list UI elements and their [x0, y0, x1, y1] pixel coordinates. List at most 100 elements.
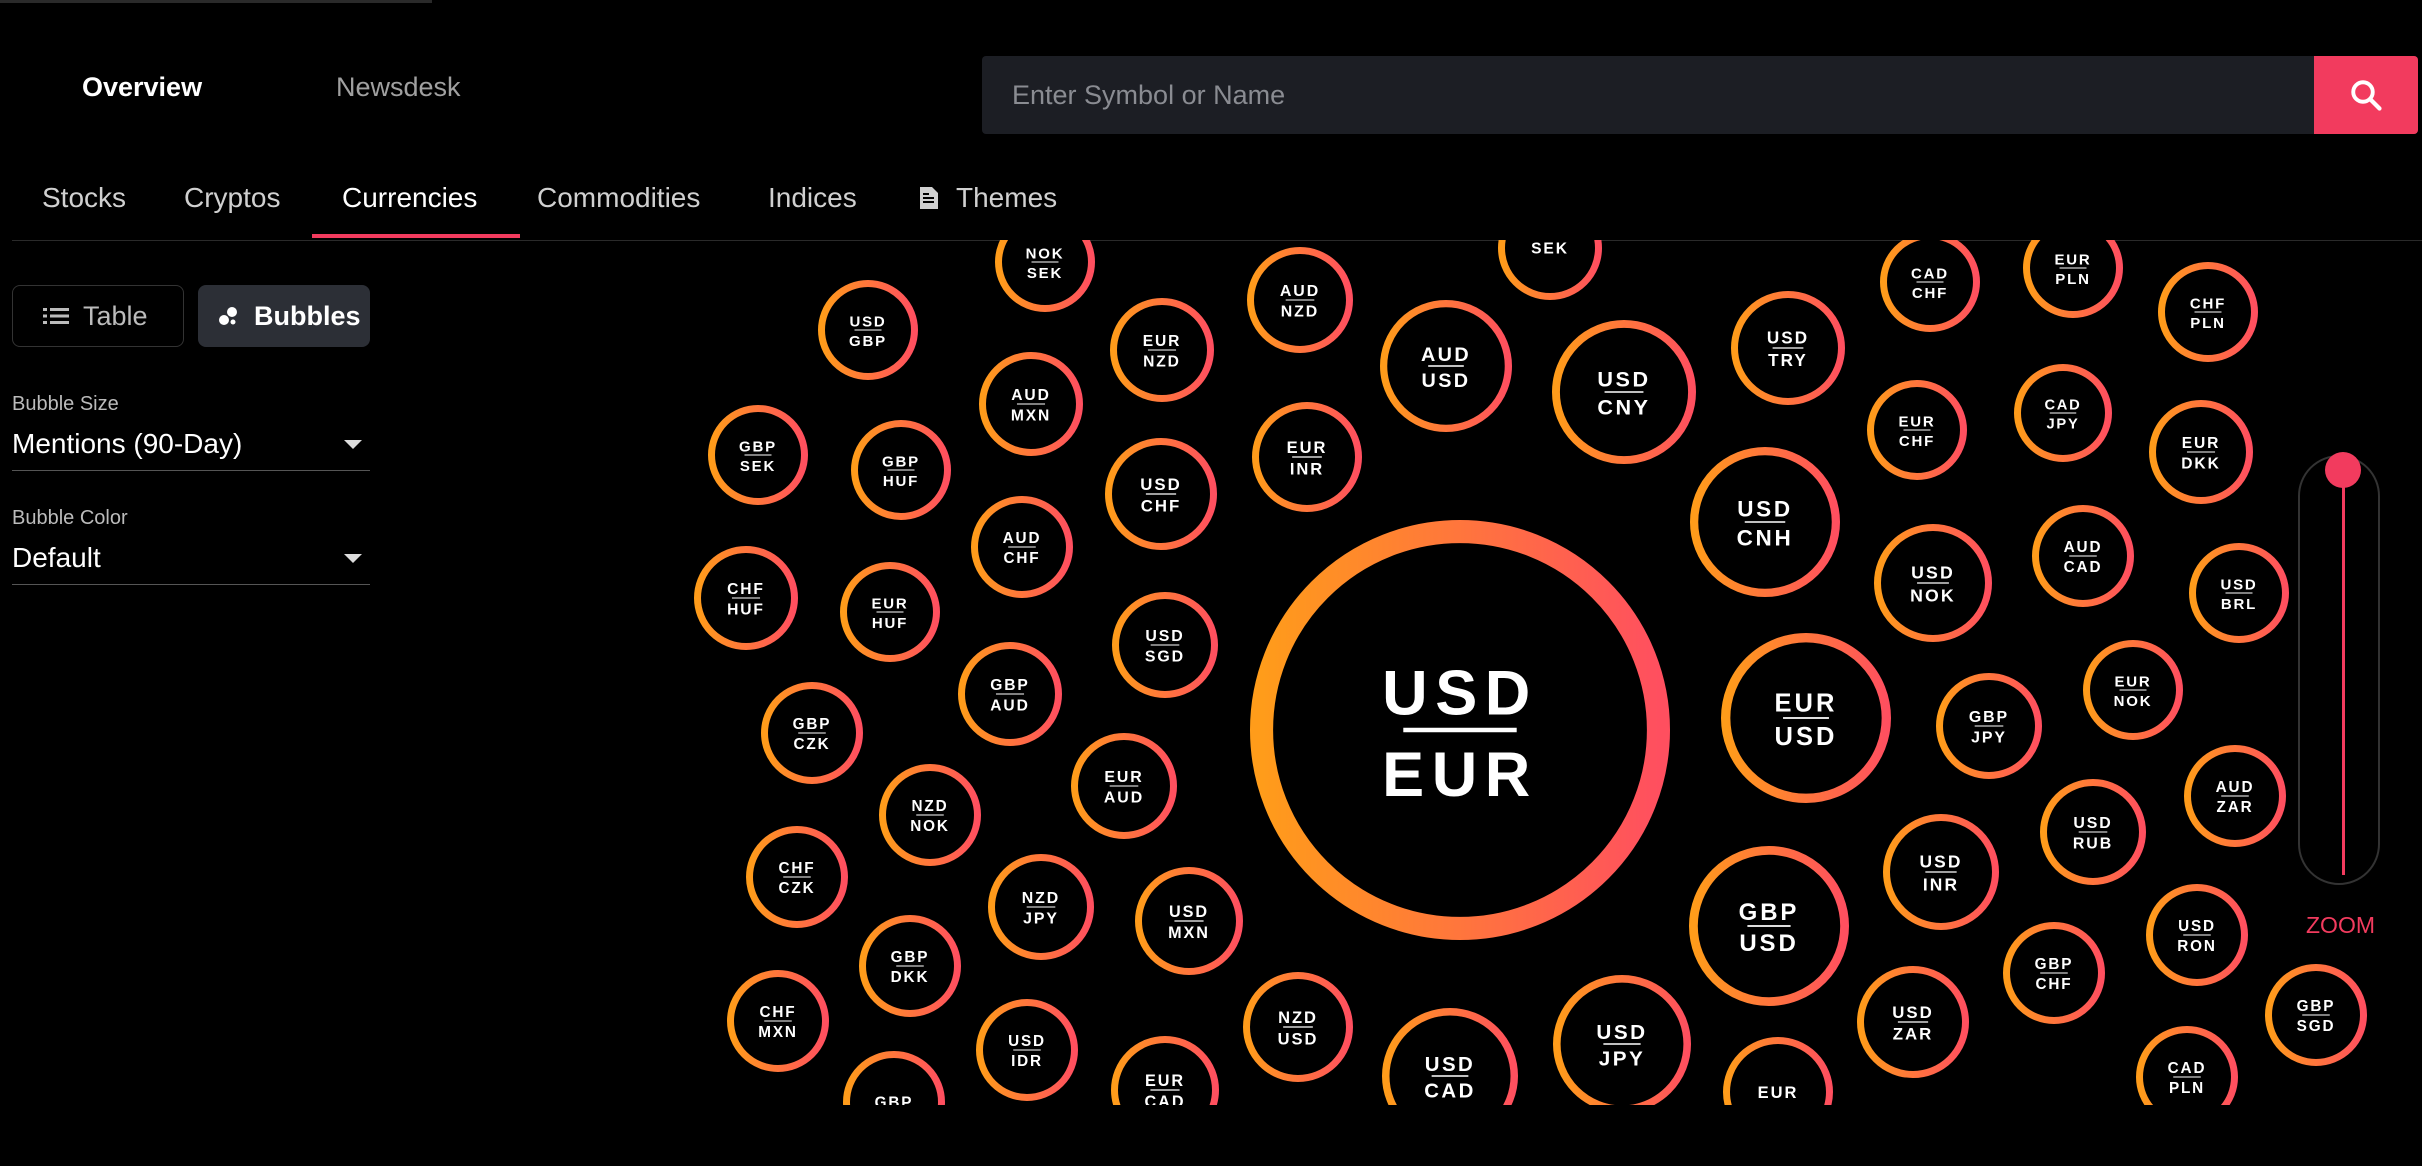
- bubble-base-currency: USD: [1145, 628, 1184, 645]
- bubble-base-currency: CAD: [2168, 1060, 2207, 1077]
- bubble-quote-currency: BRL: [2221, 596, 2257, 613]
- currency-bubble[interactable]: GBP CZK: [761, 682, 863, 784]
- bubble-base-currency: EUR: [1104, 769, 1143, 786]
- currency-bubble[interactable]: CHF HUF: [694, 546, 798, 650]
- currency-bubble[interactable]: NZD NOK: [879, 764, 981, 866]
- zoom-label: ZOOM: [2306, 912, 2375, 938]
- currency-bubble[interactable]: USD TRY: [1731, 291, 1845, 405]
- currency-bubble[interactable]: CAD PLN: [2136, 1026, 2238, 1125]
- currency-bubble[interactable]: EUR AUD: [1071, 733, 1177, 839]
- currency-bubble[interactable]: USDINR: [1883, 814, 1999, 930]
- bubble-quote-currency: SEK: [740, 458, 776, 475]
- currency-bubble[interactable]: GBP AUD: [958, 642, 1062, 746]
- currency-bubble[interactable]: USD EUR: [1250, 519, 1671, 940]
- bubble-base-currency: GBP: [2035, 956, 2074, 973]
- currency-bubble[interactable]: EUR INR: [1252, 402, 1362, 512]
- bubble-base-currency: USD: [1737, 496, 1793, 521]
- bubble-quote-currency: RON: [2177, 938, 2217, 955]
- bubble-quote-currency: CZK: [779, 880, 816, 897]
- currency-bubble[interactable]: USD CHF: [1105, 438, 1217, 550]
- bubble-base-currency: GBP: [739, 438, 777, 455]
- zoom-slider-handle[interactable]: [2325, 452, 2361, 488]
- bubble-base-currency: AUD: [1280, 283, 1320, 300]
- bubble-quote-currency: NOK: [1910, 586, 1956, 606]
- currency-bubble[interactable]: CAD JPY: [2014, 364, 2112, 462]
- bubble-base-currency: CHF: [727, 581, 765, 598]
- currency-bubble[interactable]: GBP JPY: [1936, 673, 2042, 779]
- bubble-base-currency: AUD: [1011, 387, 1050, 404]
- currency-bubble[interactable]: USD CAD: [1382, 1008, 1518, 1141]
- currency-bubble[interactable]: USD SGD: [1112, 592, 1218, 698]
- currency-bubble[interactable]: EUR: [1723, 1037, 1833, 1144]
- zoom-slider-fill: [2342, 470, 2345, 875]
- currency-bubble[interactable]: CHF PLN: [2158, 262, 2258, 362]
- currency-bubble[interactable]: AUD CHF: [971, 496, 1073, 598]
- currency-bubble[interactable]: AUD CAD: [2032, 505, 2134, 607]
- currency-bubble[interactable]: AUD MXN: [979, 352, 1083, 456]
- currency-bubble[interactable]: NZD USD: [1243, 972, 1353, 1082]
- currency-bubble[interactable]: GBP DKK: [859, 915, 961, 1017]
- currency-bubble[interactable]: USD MXN: [1135, 867, 1243, 975]
- bubble-quote-currency: MXN: [758, 1024, 798, 1041]
- bubble-quote-currency: NZD: [1143, 353, 1181, 370]
- bubble-quote-currency: USD: [1739, 930, 1798, 957]
- currency-bubble[interactable]: USD JPY: [1553, 975, 1691, 1109]
- bubble-chart: USDEURUSDGBPNOKSEKAUDNZDSEKCADCHFEURPLNC…: [694, 200, 2367, 1150]
- currency-bubble[interactable]: GBP USD: [1689, 846, 1850, 1007]
- currency-bubble[interactable]: AUD NZD: [1247, 247, 1353, 353]
- bubble-base-currency: USD: [2220, 576, 2257, 593]
- bubble-base-currency: GBP: [882, 453, 920, 470]
- currency-bubble[interactable]: CHF MXN: [727, 970, 829, 1072]
- bubble-base-currency: GBP: [1739, 899, 1800, 926]
- bubble-quote-currency: GBP: [849, 333, 887, 350]
- currency-bubble[interactable]: EUR PLN: [2023, 222, 2123, 318]
- bubble-base-currency: USD: [1767, 329, 1809, 348]
- bubble-quote-currency: CAD: [1145, 1093, 1186, 1111]
- bubble-base-currency: AUD: [1421, 344, 1471, 366]
- bubble-base-currency: CHF: [2190, 295, 2226, 312]
- currency-bubble[interactable]: EUR NOK: [2083, 640, 2183, 740]
- currency-bubble[interactable]: USD BRL: [2189, 543, 2289, 643]
- bubble-base-currency: SEK: [1531, 240, 1569, 257]
- currency-bubble[interactable]: USD NOK: [1874, 524, 1992, 642]
- currency-bubble[interactable]: USD RUB: [2040, 779, 2146, 885]
- currency-bubble[interactable]: NOK SEK: [995, 216, 1095, 312]
- currency-bubble[interactable]: CAD CHF: [1880, 236, 1980, 332]
- currency-bubble[interactable]: AUD USD: [1380, 300, 1513, 433]
- currency-bubble[interactable]: GBP SEK: [708, 405, 808, 505]
- bubble-quote-currency: ZAR: [1893, 1025, 1934, 1044]
- currency-bubble[interactable]: SEK: [1498, 200, 1602, 300]
- currency-bubble[interactable]: USD ZAR: [1857, 966, 1969, 1078]
- currency-bubble[interactable]: USD CNH: [1690, 447, 1840, 597]
- currency-bubble[interactable]: AUD ZAR: [2184, 745, 2286, 847]
- currency-bubble[interactable]: GBP HUF: [851, 420, 951, 520]
- currency-bubble[interactable]: USD IDR: [976, 999, 1078, 1101]
- bubble-quote-currency: DKK: [891, 969, 930, 986]
- bubble-base-currency: EUR: [2054, 251, 2091, 268]
- currency-bubble[interactable]: EUR CHF: [1867, 380, 1967, 480]
- bubble-base-currency: USD: [849, 313, 886, 330]
- currency-bubble[interactable]: EUR HUF: [840, 562, 940, 662]
- bubble-quote-currency: HUF: [727, 601, 765, 618]
- bubble-quote-currency: TRY: [1768, 351, 1808, 370]
- bubble-base-currency: USD: [1892, 1003, 1933, 1022]
- bubble-quote-currency: SEK: [1027, 265, 1063, 282]
- bubble-base-currency: GBP: [891, 949, 930, 966]
- bubble-quote-currency: NOK: [910, 818, 950, 835]
- currency-bubble[interactable]: EUR NZD: [1110, 298, 1214, 402]
- currency-bubble[interactable]: GBP SGD: [2265, 964, 2367, 1066]
- currency-bubble[interactable]: GBP: [843, 1051, 945, 1150]
- currency-bubble[interactable]: NZD JPY: [988, 854, 1094, 960]
- currency-bubble[interactable]: USD RON: [2146, 884, 2248, 986]
- currency-bubble[interactable]: GBP CHF: [2003, 922, 2105, 1024]
- bubble-quote-currency: CAD: [2064, 559, 2103, 576]
- currency-bubble[interactable]: USD CNY: [1551, 319, 1696, 464]
- zoom-slider[interactable]: [2298, 455, 2380, 885]
- currency-bubble[interactable]: CHF CZK: [746, 826, 848, 928]
- currency-bubble[interactable]: EUR DKK: [2149, 400, 2253, 504]
- bubble-base-currency: USD: [1920, 852, 1963, 872]
- bubble-base-currency: GBP: [990, 677, 1029, 694]
- currency-bubble[interactable]: EUR USD: [1721, 632, 1892, 803]
- currency-bubble[interactable]: USD GBP: [818, 280, 918, 380]
- currency-bubble[interactable]: EUR CAD: [1111, 1036, 1219, 1141]
